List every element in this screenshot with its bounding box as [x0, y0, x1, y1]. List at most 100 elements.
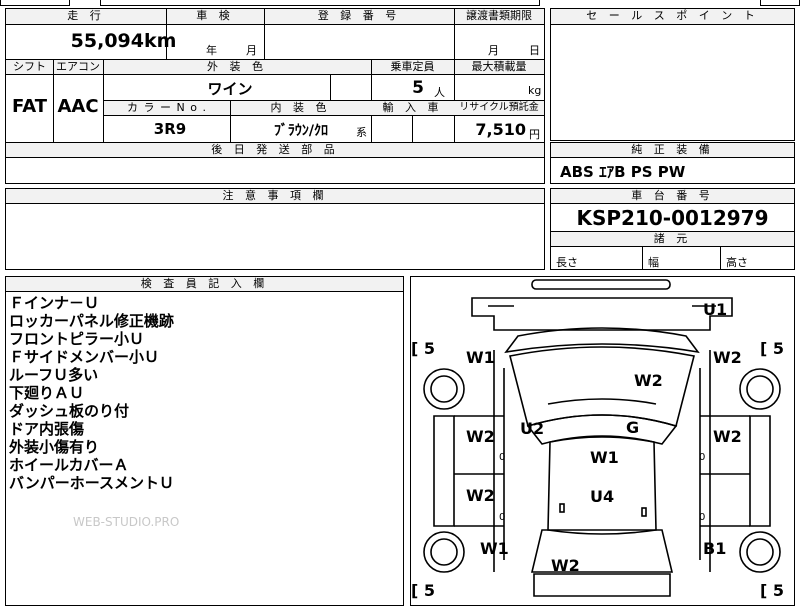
- grid-line: [720, 246, 721, 270]
- top-strip-right: [760, 0, 800, 6]
- tire-tread-value: 5: [423, 581, 436, 600]
- damage-w2-trunk: W2: [551, 556, 580, 575]
- sales-point-box: [550, 8, 795, 141]
- header-transfer-deadline: 譲渡書類期限: [454, 9, 544, 24]
- recycle-unit: 円: [529, 128, 540, 141]
- damage-w1-rear-left: W1: [480, 539, 509, 558]
- inspector-note-line: ルーフＵ多い: [9, 366, 99, 384]
- grid-line: [330, 74, 331, 100]
- header-aircon: エアコン: [53, 60, 103, 74]
- inspector-note-line: ダッシュ板のり付: [9, 402, 130, 420]
- header-shift: シフト: [6, 60, 53, 74]
- damage-u1: U1: [703, 300, 728, 319]
- header-exterior-color: 外 装 色: [103, 60, 371, 74]
- damage-w1-front-left: W1: [466, 348, 495, 367]
- load-unit: kg: [528, 84, 542, 97]
- top-strip-left: [0, 0, 70, 6]
- header-import: 輸 入 車: [371, 101, 454, 115]
- grid-line: [550, 203, 795, 204]
- grid-line: [5, 74, 545, 75]
- notes-header: 注 意 事 項 欄: [6, 189, 544, 203]
- grid-line: [642, 246, 643, 270]
- tire-tread-top-right: [ 5: [760, 339, 785, 358]
- shift-value: FAT: [11, 96, 48, 117]
- header-registration: 登 録 番 号: [264, 9, 454, 24]
- inspector-note-line: バンパーホースメントＵ: [9, 474, 175, 492]
- tire-tread-bottom-right: [ 5: [760, 581, 785, 600]
- transfer-day: 日: [529, 44, 540, 57]
- inspector-note-line: フロントピラー小Ｕ: [9, 330, 145, 348]
- damage-w1-roof: W1: [590, 448, 619, 467]
- capacity-value: 5: [412, 78, 424, 98]
- inspector-note-line: ロッカーパネル修正機跡: [9, 312, 174, 330]
- inspector-note-line: 外装小傷有り: [9, 438, 100, 456]
- transfer-month: 月: [488, 44, 499, 57]
- header-inspection: 車 検: [166, 9, 264, 24]
- grid-line: [103, 115, 545, 116]
- header-parts-later: 後 日 発 送 部 品: [6, 143, 544, 157]
- inspection-year: 年: [206, 44, 217, 57]
- damage-w2-door-rear-left: W2: [466, 486, 495, 505]
- equipment-header: 純 正 装 備: [551, 143, 794, 157]
- inspector-header: 検 査 員 記 入 欄: [6, 277, 403, 291]
- recycle-value: 7,510: [475, 120, 526, 139]
- watermark: WEB-STUDIO.PRO: [73, 515, 180, 529]
- dims-header: 諸 元: [551, 232, 794, 246]
- mileage-value: 55,094: [70, 30, 144, 52]
- grid-line: [550, 24, 795, 25]
- header-mileage: 走 行: [6, 9, 166, 24]
- inspector-note-line: ドア内張傷: [9, 420, 85, 438]
- mileage-unit: km: [144, 30, 177, 52]
- grid-line: [5, 291, 404, 292]
- grid-line: [550, 157, 795, 158]
- grid-line: [412, 115, 413, 142]
- tire-tread-value: 5: [423, 339, 436, 358]
- header-capacity: 乗車定員: [371, 60, 454, 74]
- interior-value: ﾌﾞﾗｳﾝ/ｸﾛ: [273, 123, 329, 139]
- inspector-note-line: Ｆインナ－Ｕ: [9, 294, 100, 312]
- damage-w2-door-front-left: W2: [466, 427, 495, 446]
- grid-line: [5, 157, 545, 158]
- damage-w2-door-front-right: W2: [713, 427, 742, 446]
- sales-point-header: セ ー ル ス ポ イ ン ト: [551, 9, 794, 24]
- zero-mark-left-front: 0: [499, 452, 506, 463]
- grid-line: [264, 8, 265, 59]
- dims-width: 幅: [648, 256, 659, 269]
- damage-w2-front-right: W2: [713, 348, 742, 367]
- chassis-header: 車 台 番 号: [551, 189, 794, 203]
- equipment-value: ABS ｴｱB PS PW: [560, 163, 686, 181]
- inspector-note-list: Ｆインナ－Ｕ ロッカーパネル修正機跡 フロントピラー小Ｕ Ｆサイドメンバー小Ｕ ルーフＵ…: [9, 294, 174, 492]
- aircon-value: AAC: [57, 96, 99, 117]
- tire-tread-value: 5: [772, 339, 785, 358]
- tire-tread-value: 5: [772, 581, 785, 600]
- chassis-number: KSP210-0012979: [576, 206, 769, 230]
- damage-u2: U2: [520, 419, 545, 438]
- grid-line: [5, 203, 545, 204]
- damage-u4: U4: [590, 487, 615, 506]
- inspection-month: 月: [246, 44, 257, 57]
- zero-mark-left-rear: 0: [499, 512, 506, 523]
- inspector-note-line: ホイールカバーＡ: [9, 456, 129, 474]
- capacity-unit: 人: [434, 86, 445, 99]
- grid-line: [454, 8, 455, 59]
- zero-mark-right-rear: 0: [699, 512, 706, 523]
- zero-mark-right-front: 0: [699, 452, 706, 463]
- exterior-color-value: ワイン: [207, 80, 253, 98]
- color-no-value: 3R9: [153, 120, 187, 138]
- dims-length: 長さ: [556, 256, 578, 269]
- inspector-note-line: 下廻りＡＵ: [9, 384, 85, 402]
- top-strip-mid: [100, 0, 540, 6]
- tire-tread-top-left: [ 5: [411, 339, 436, 358]
- grid-line: [230, 100, 231, 142]
- header-max-load: 最大積載量: [454, 60, 544, 74]
- header-color-no: カ ラ ー N o .: [104, 101, 230, 115]
- tire-tread-bottom-left: [ 5: [411, 581, 436, 600]
- damage-w2-hood: W2: [634, 371, 663, 390]
- interior-suffix: 系: [356, 126, 367, 139]
- header-recycle: リサイクル預託金: [454, 101, 544, 115]
- damage-g: G: [626, 418, 640, 437]
- grid-line: [550, 246, 795, 247]
- grid-line: [5, 24, 545, 25]
- inspector-note-line: Ｆサイドメンバー小Ｕ: [9, 348, 160, 366]
- dims-height: 高さ: [726, 256, 748, 269]
